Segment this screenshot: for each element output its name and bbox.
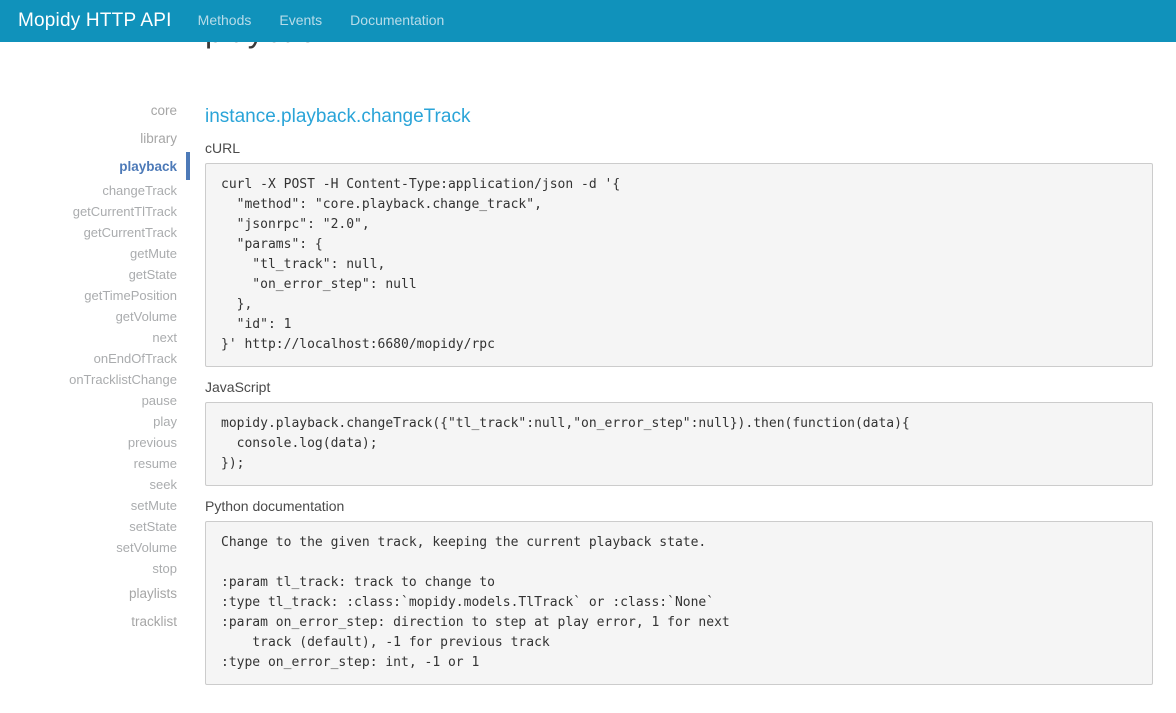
section-label: JavaScript: [205, 379, 1153, 396]
sidebar-item-onEndOfTrack[interactable]: onEndOfTrack: [0, 348, 190, 369]
nav-link-methods[interactable]: Methods: [184, 12, 266, 28]
section-label: Python documentation: [205, 498, 1153, 515]
sidebar-item-getCurrentTlTrack[interactable]: getCurrentTlTrack: [0, 201, 190, 222]
code-section: JavaScript mopidy.playback.changeTrack({"…: [205, 379, 1153, 486]
sidebar-item-next[interactable]: next: [0, 327, 190, 348]
section-label: cURL: [205, 140, 1153, 157]
code-block: mopidy.playback.changeTrack({"tl_track":…: [205, 402, 1153, 486]
nav-link-events[interactable]: Events: [265, 12, 336, 28]
sidebar-item-core[interactable]: core: [0, 96, 190, 124]
sidebar-item-library[interactable]: library: [0, 124, 190, 152]
code-block: Change to the given track, keeping the c…: [205, 521, 1153, 685]
main-content: playback instance.playback.changeTrack c…: [205, 0, 1153, 697]
sidebar-item-setVolume[interactable]: setVolume: [0, 537, 190, 558]
code-section: cURL curl -X POST -H Content-Type:applica…: [205, 140, 1153, 367]
sidebar-item-getState[interactable]: getState: [0, 264, 190, 285]
sidebar-item-setState[interactable]: setState: [0, 516, 190, 537]
method-sections: cURL curl -X POST -H Content-Type:applica…: [205, 140, 1153, 685]
sidebar-item-getCurrentTrack[interactable]: getCurrentTrack: [0, 222, 190, 243]
sidebar-item-play[interactable]: play: [0, 411, 190, 432]
sidebar-item-getMute[interactable]: getMute: [0, 243, 190, 264]
sidebar-item-playlists[interactable]: playlists: [0, 579, 190, 607]
sidebar-nav: corelibraryplaybackchangeTrackgetCurrent…: [0, 96, 190, 635]
sidebar-item-getTimePosition[interactable]: getTimePosition: [0, 285, 190, 306]
sidebar-item-playback[interactable]: playback: [0, 152, 190, 180]
sidebar-item-previous[interactable]: previous: [0, 432, 190, 453]
sidebar-item-resume[interactable]: resume: [0, 453, 190, 474]
navbar-links: MethodsEventsDocumentation: [184, 12, 459, 30]
sidebar-item-setMute[interactable]: setMute: [0, 495, 190, 516]
code-block: curl -X POST -H Content-Type:application…: [205, 163, 1153, 367]
top-navbar: Mopidy HTTP API MethodsEventsDocumentati…: [0, 0, 1176, 42]
sidebar-item-pause[interactable]: pause: [0, 390, 190, 411]
sidebar-item-changeTrack[interactable]: changeTrack: [0, 180, 190, 201]
sidebar-item-tracklist[interactable]: tracklist: [0, 607, 190, 635]
method-heading: instance.playback.changeTrack: [205, 106, 1153, 128]
sidebar: corelibraryplaybackchangeTrackgetCurrent…: [0, 96, 190, 635]
sidebar-item-onTracklistChange[interactable]: onTracklistChange: [0, 369, 190, 390]
sidebar-item-seek[interactable]: seek: [0, 474, 190, 495]
brand-link[interactable]: Mopidy HTTP API: [18, 10, 172, 32]
nav-link-documentation[interactable]: Documentation: [336, 12, 458, 28]
code-section: Python documentation Change to the given …: [205, 498, 1153, 685]
sidebar-item-getVolume[interactable]: getVolume: [0, 306, 190, 327]
sidebar-item-stop[interactable]: stop: [0, 558, 190, 579]
